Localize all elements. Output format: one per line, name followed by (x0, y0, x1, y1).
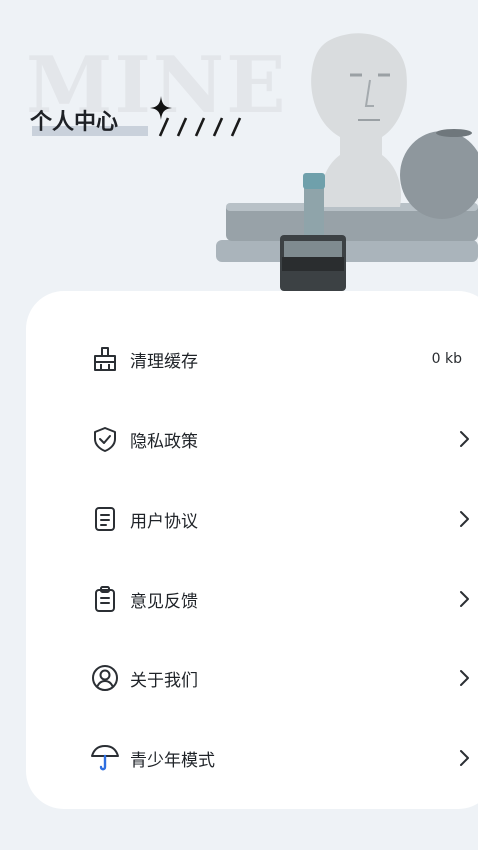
page-title-group: 个人中心 (30, 104, 148, 136)
menu-item-label: 青少年模式 (130, 750, 215, 771)
chevron-right-icon (460, 591, 469, 607)
document-icon (90, 504, 120, 534)
menu-item-youth-mode[interactable]: 青少年模式 (90, 738, 470, 778)
decorative-slashes (158, 117, 242, 137)
chevron-right-icon (460, 431, 469, 447)
shield-check-icon (90, 424, 120, 454)
menu-item-clear-cache[interactable]: 清理缓存 0 kb (90, 339, 470, 379)
menu-item-label: 用户协议 (130, 511, 198, 532)
menu-card: 清理缓存 0 kb 隐私政策 用户协议 意见反馈 关于我们 青少年模式 (26, 291, 478, 809)
umbrella-icon (90, 743, 120, 773)
page-title: 个人中心 (30, 109, 119, 135)
clipboard-icon (90, 584, 120, 614)
chevron-right-icon (460, 670, 469, 686)
header-hero: MINE 个人中心 (0, 0, 478, 300)
menu-item-label: 隐私政策 (130, 431, 198, 452)
menu-item-privacy-policy[interactable]: 隐私政策 (90, 419, 470, 459)
decorative-illustration (216, 33, 478, 291)
broom-icon (90, 344, 120, 374)
cache-size-value: 0 kb (431, 351, 462, 367)
menu-item-label: 清理缓存 (130, 351, 198, 372)
menu-item-user-agreement[interactable]: 用户协议 (90, 499, 470, 539)
menu-item-about-us[interactable]: 关于我们 (90, 658, 470, 698)
chevron-right-icon (460, 750, 469, 766)
menu-item-label: 意见反馈 (130, 591, 198, 612)
menu-item-label: 关于我们 (130, 670, 198, 691)
menu-item-feedback[interactable]: 意见反馈 (90, 579, 470, 619)
user-circle-icon (90, 663, 120, 693)
chevron-right-icon (460, 511, 469, 527)
